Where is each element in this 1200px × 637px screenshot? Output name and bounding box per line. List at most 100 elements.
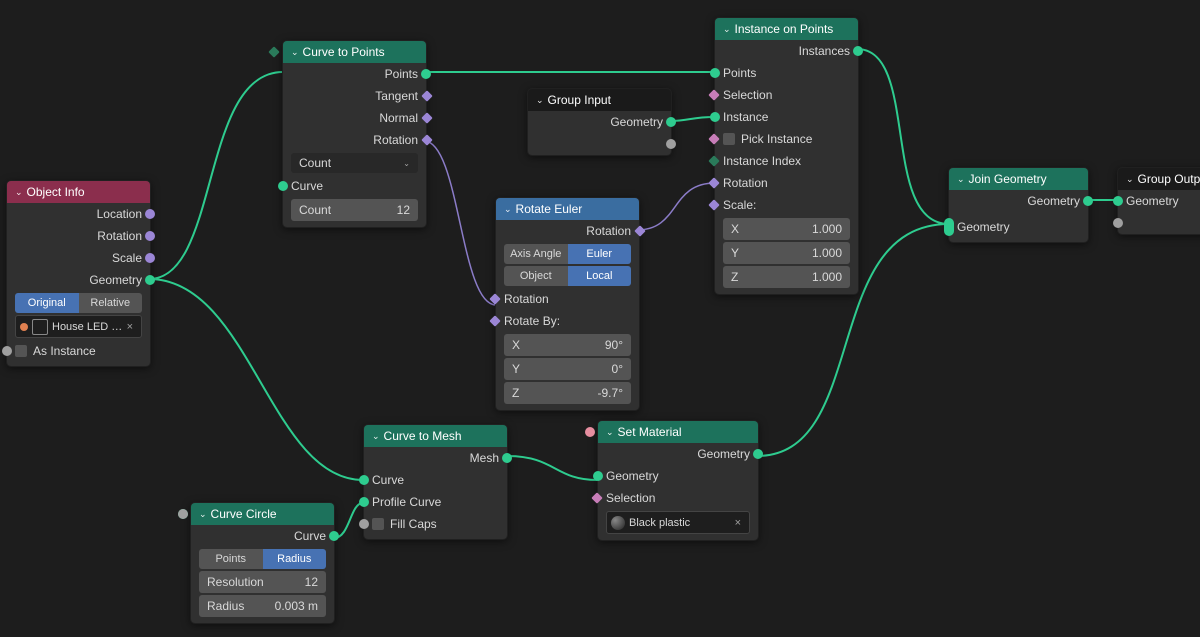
pick-instance-row[interactable]: Pick Instance	[715, 128, 858, 150]
input-geometry[interactable]: Geometry	[949, 212, 1088, 242]
input-profile-curve[interactable]: Profile Curve	[364, 491, 507, 513]
fill-caps-row[interactable]: Fill Caps	[364, 513, 507, 535]
scale-x-field[interactable]: X1.000	[723, 218, 850, 240]
mode-relative-button[interactable]: Relative	[79, 293, 143, 313]
node-group-output[interactable]: ⌄Group Outp Geometry	[1117, 167, 1200, 235]
chevron-down-icon: ⌄	[403, 159, 410, 168]
node-header[interactable]: ⌄Group Outp	[1118, 168, 1200, 190]
output-geometry[interactable]: Geometry	[949, 190, 1088, 212]
chevron-down-icon: ⌄	[15, 187, 23, 198]
input-curve[interactable]: Curve	[283, 175, 426, 197]
output-rotation[interactable]: Rotation	[283, 129, 426, 151]
rotate-z-field[interactable]: Z-9.7°	[504, 382, 631, 404]
output-points[interactable]: Points	[283, 63, 426, 85]
scale-z-field[interactable]: Z1.000	[723, 266, 850, 288]
node-header[interactable]: ⌄ Curve to Points	[283, 41, 426, 63]
input-points[interactable]: Points	[715, 62, 858, 84]
node-title: Curve to Points	[303, 45, 385, 59]
output-location[interactable]: Location	[7, 203, 150, 225]
node-curve-to-points[interactable]: ⌄ Curve to Points Points Tangent Normal R…	[282, 40, 427, 228]
output-geometry[interactable]: Geometry	[528, 111, 671, 133]
node-header[interactable]: ⌄ Group Input	[528, 89, 671, 111]
input-rotation[interactable]: Rotation	[496, 288, 639, 310]
input-geometry[interactable]: Geometry	[598, 465, 758, 487]
node-header[interactable]: ⌄ Curve Circle	[191, 503, 334, 525]
chevron-down-icon: ⌄	[372, 431, 380, 442]
local-space-button[interactable]: Local	[568, 266, 632, 286]
input-rotation[interactable]: Rotation	[715, 172, 858, 194]
clear-material-icon[interactable]: ×	[731, 517, 745, 529]
output-rotation[interactable]: Rotation	[496, 220, 639, 242]
radius-mode-button[interactable]: Radius	[263, 549, 327, 569]
output-blank[interactable]	[528, 133, 671, 155]
scale-y-field[interactable]: Y1.000	[723, 242, 850, 264]
node-join-geometry[interactable]: ⌄ Join Geometry Geometry Geometry	[948, 167, 1089, 243]
chevron-down-icon: ⌄	[957, 174, 965, 185]
output-scale[interactable]: Scale	[7, 247, 150, 269]
input-blank[interactable]	[1118, 212, 1200, 234]
node-title: Curve Circle	[211, 507, 277, 521]
material-picker[interactable]: Black plastic×	[606, 511, 750, 534]
mode-toggle[interactable]: Points Radius	[199, 549, 326, 569]
node-title: Curve to Mesh	[384, 429, 462, 443]
input-selection[interactable]: Selection	[598, 487, 758, 509]
input-curve[interactable]: Curve	[364, 469, 507, 491]
node-header[interactable]: ⌄ Object Info	[7, 181, 150, 203]
transform-mode-toggle[interactable]: Original Relative	[15, 293, 142, 313]
node-header[interactable]: ⌄ Join Geometry	[949, 168, 1088, 190]
output-rotation[interactable]: Rotation	[7, 225, 150, 247]
as-instance-checkbox[interactable]	[15, 345, 27, 357]
node-title: Rotate Euler	[516, 202, 583, 216]
node-header[interactable]: ⌄Instance on Points	[715, 18, 858, 40]
node-title: Join Geometry	[969, 172, 1047, 186]
node-title: Group Outp	[1138, 172, 1200, 186]
input-instance-index[interactable]: Instance Index	[715, 150, 858, 172]
mode-dropdown[interactable]: Count⌄	[291, 153, 418, 173]
type-toggle[interactable]: Axis Angle Euler	[504, 244, 631, 264]
node-header[interactable]: ⌄Set Material	[598, 421, 758, 443]
input-geometry[interactable]: Geometry	[1118, 190, 1200, 212]
output-mesh[interactable]: Mesh	[364, 447, 507, 469]
node-title: Object Info	[27, 185, 85, 199]
space-toggle[interactable]: Object Local	[504, 266, 631, 286]
object-picker[interactable]: House LED …×	[15, 315, 142, 338]
output-tangent[interactable]: Tangent	[283, 85, 426, 107]
clear-object-icon[interactable]: ×	[123, 321, 137, 333]
output-curve[interactable]: Curve	[191, 525, 334, 547]
node-header[interactable]: ⌄ Curve to Mesh	[364, 425, 507, 447]
as-instance-row[interactable]: As Instance	[7, 340, 150, 362]
output-normal[interactable]: Normal	[283, 107, 426, 129]
node-title: Group Input	[548, 93, 611, 107]
input-instance[interactable]: Instance	[715, 106, 858, 128]
chevron-down-icon: ⌄	[536, 95, 544, 106]
output-geometry[interactable]: Geometry	[598, 443, 758, 465]
mode-original-button[interactable]: Original	[15, 293, 79, 313]
chevron-down-icon: ⌄	[291, 47, 299, 58]
node-header[interactable]: ⌄Rotate Euler	[496, 198, 639, 220]
node-instance-on-points[interactable]: ⌄Instance on Points Instances Points Sel…	[714, 17, 859, 295]
chevron-down-icon: ⌄	[199, 509, 207, 520]
rotate-x-field[interactable]: X90°	[504, 334, 631, 356]
fill-caps-checkbox[interactable]	[372, 518, 384, 530]
axis-angle-button[interactable]: Axis Angle	[504, 244, 568, 264]
object-space-button[interactable]: Object	[504, 266, 568, 286]
node-set-material[interactable]: ⌄Set Material Geometry Geometry Selectio…	[597, 420, 759, 541]
object-icon	[32, 319, 48, 335]
radius-field[interactable]: Radius0.003 m	[199, 595, 326, 617]
node-curve-circle[interactable]: ⌄ Curve Circle Curve Points Radius Resolu…	[190, 502, 335, 624]
count-field[interactable]: Count12	[291, 199, 418, 221]
points-mode-button[interactable]: Points	[199, 549, 263, 569]
scale-label: Scale:	[715, 194, 858, 216]
node-group-input[interactable]: ⌄ Group Input Geometry	[527, 88, 672, 156]
output-geometry[interactable]: Geometry	[7, 269, 150, 291]
resolution-field[interactable]: Resolution12	[199, 571, 326, 593]
output-instances[interactable]: Instances	[715, 40, 858, 62]
euler-button[interactable]: Euler	[568, 244, 632, 264]
rotate-y-field[interactable]: Y0°	[504, 358, 631, 380]
node-object-info[interactable]: ⌄ Object Info Location Rotation Scale Geo…	[6, 180, 151, 367]
node-rotate-euler[interactable]: ⌄Rotate Euler Rotation Axis Angle Euler …	[495, 197, 640, 411]
node-curve-to-mesh[interactable]: ⌄Curve to Mesh Mesh Curve Profile Curve …	[363, 424, 508, 540]
pick-instance-checkbox[interactable]	[723, 133, 735, 145]
material-icon	[611, 516, 625, 530]
input-selection[interactable]: Selection	[715, 84, 858, 106]
